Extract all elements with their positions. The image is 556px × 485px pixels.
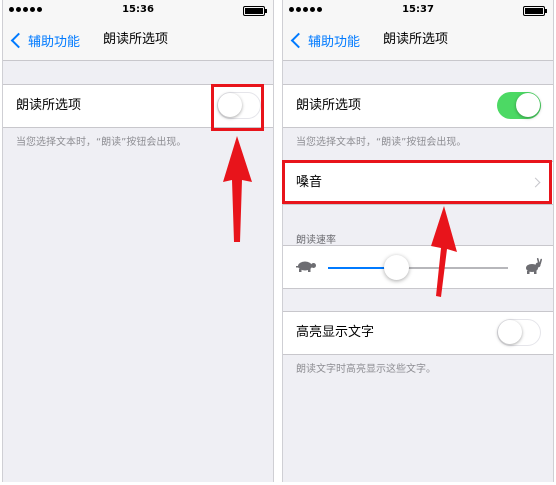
switch-highlight-box [211,84,264,131]
page-title: 朗读所选项 [383,32,449,47]
status-bar: 15:36 [3,0,273,20]
highlight-words-footnote: 朗读文字时高亮显示这些文字。 [296,364,436,375]
switch-knob [498,320,522,344]
speak-selection-footnote: 当您选择文本时，“朗读”按钮会出现。 [296,137,467,148]
nav-bar: 辅助功能 朗读所选项 [283,20,553,61]
hare-icon [526,257,543,274]
status-time: 15:37 [402,4,434,15]
highlight-words-label: 高亮显示文字 [296,325,375,340]
speaking-rate-slider[interactable] [328,255,508,280]
switch-knob [516,93,540,117]
speak-selection-label: 朗读所选项 [16,98,82,113]
back-chevron-icon [290,32,307,48]
speak-selection-row: 朗读所选项 [283,84,553,128]
back-button[interactable]: 辅助功能 [289,20,360,60]
right-screen: 15:37 辅助功能 朗读所选项 朗读所选项 当您选择文本时，“朗读”按钮会出现… [282,0,554,482]
red-arrow-icon [431,206,457,297]
speak-selection-footnote: 当您选择文本时，“朗读”按钮会出现。 [16,137,187,148]
voices-highlight-box [282,160,552,204]
nav-bar: 辅助功能 朗读所选项 [3,20,273,61]
page-title: 朗读所选项 [103,32,169,47]
battery-icon [243,6,267,16]
back-chevron-icon [10,32,27,48]
red-arrow-icon [223,136,252,242]
slider-knob[interactable] [384,255,410,280]
back-label: 辅助功能 [308,34,361,50]
speaking-rate-header: 朗读速率 [296,235,336,246]
highlight-words-row: 高亮显示文字 [283,311,553,355]
speak-selection-label: 朗读所选项 [296,98,362,113]
speak-selection-switch[interactable] [497,92,541,119]
battery-icon [523,6,547,16]
back-label: 辅助功能 [28,34,81,50]
status-time: 15:36 [122,4,154,15]
highlight-words-switch[interactable] [497,319,541,346]
turtle-icon [296,261,316,272]
speaking-rate-row [283,245,553,289]
back-button[interactable]: 辅助功能 [9,20,80,60]
status-bar: 15:37 [283,0,553,20]
